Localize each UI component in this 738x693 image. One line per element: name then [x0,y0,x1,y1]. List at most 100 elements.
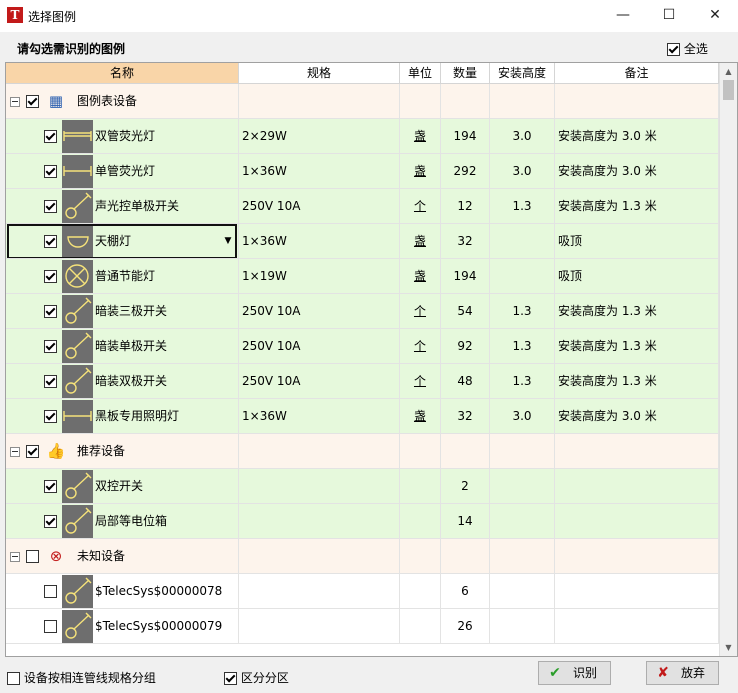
spec-cell[interactable]: 250V 10A [239,364,400,399]
group-row[interactable]: ▦ 图例表设备 [6,84,719,119]
unit-cell[interactable]: 盏 [400,154,441,189]
spec-cell[interactable]: 2×29W [239,119,400,154]
height-cell[interactable] [490,224,555,259]
spec-cell[interactable] [239,574,400,609]
note-cell[interactable] [555,574,719,609]
vertical-scrollbar[interactable]: ▲ ▼ [719,63,737,656]
collapse-toggle-icon[interactable] [10,552,20,562]
item-checkbox[interactable] [44,410,57,423]
item-name-cell[interactable]: $TelecSys$00000079 [6,609,239,644]
height-cell[interactable] [490,609,555,644]
note-cell[interactable] [555,609,719,644]
height-cell[interactable] [490,469,555,504]
dropdown-arrow-icon[interactable]: ▼ [222,233,234,249]
unit-cell[interactable] [400,469,441,504]
unit-cell[interactable]: 个 [400,189,441,224]
scroll-up-icon[interactable]: ▲ [720,63,737,80]
scroll-down-icon[interactable]: ▼ [720,639,737,656]
item-name-cell[interactable]: 双管荧光灯 [6,119,239,154]
zone-option[interactable]: 区分分区 [224,669,289,686]
item-name-cell[interactable]: 声光控单极开关 [6,189,239,224]
item-checkbox[interactable] [44,130,57,143]
spec-cell[interactable] [239,469,400,504]
item-checkbox[interactable] [44,270,57,283]
note-cell[interactable] [555,504,719,539]
note-cell[interactable]: 安装高度为 1.3 米 [555,364,719,399]
item-checkbox[interactable] [44,375,57,388]
table-row[interactable]: 暗装三极开关 250V 10A 个 54 1.3 安装高度为 1.3 米 [6,294,719,329]
item-name-cell[interactable]: 单管荧光灯 [6,154,239,189]
table-row[interactable]: 局部等电位箱 14 [6,504,719,539]
height-cell[interactable] [490,574,555,609]
maximize-button[interactable]: ☐ [646,0,692,32]
collapse-toggle-icon[interactable] [10,97,20,107]
spec-cell[interactable]: 1×36W [239,224,400,259]
item-checkbox[interactable] [44,305,57,318]
item-name-cell[interactable]: 暗装单极开关 [6,329,239,364]
unit-cell[interactable]: 盏 [400,224,441,259]
unit-cell[interactable]: 盏 [400,259,441,294]
table-row[interactable]: 双控开关 2 [6,469,719,504]
item-name-cell[interactable]: 天棚灯 ▼ [6,224,239,259]
discard-button[interactable]: ✘ 放弃 [646,661,719,685]
table-row[interactable]: $TelecSys$00000078 6 [6,574,719,609]
note-cell[interactable]: 安装高度为 1.3 米 [555,294,719,329]
scroll-thumb[interactable] [723,80,734,100]
note-cell[interactable]: 安装高度为 3.0 米 [555,399,719,434]
table-row[interactable]: $TelecSys$00000079 26 [6,609,719,644]
table-row[interactable]: 黑板专用照明灯 1×36W 盏 32 3.0 安装高度为 3.0 米 [6,399,719,434]
column-header-spec[interactable]: 规格 [239,63,400,84]
column-header-name[interactable]: 名称 [6,63,239,84]
item-checkbox[interactable] [44,480,57,493]
height-cell[interactable]: 1.3 [490,294,555,329]
note-cell[interactable]: 安装高度为 1.3 米 [555,189,719,224]
table-row[interactable]: 单管荧光灯 1×36W 盏 292 3.0 安装高度为 3.0 米 [6,154,719,189]
group-row[interactable]: ⊗ 未知设备 [6,539,719,574]
unit-cell[interactable]: 个 [400,329,441,364]
note-cell[interactable]: 吸顶 [555,224,719,259]
unit-cell[interactable] [400,609,441,644]
table-row[interactable]: 普通节能灯 1×19W 盏 194 吸顶 [6,259,719,294]
item-checkbox[interactable] [44,340,57,353]
table-row[interactable]: 暗装单极开关 250V 10A 个 92 1.3 安装高度为 1.3 米 [6,329,719,364]
group-name-cell[interactable]: ⊗ 未知设备 [6,539,239,574]
group-checkbox[interactable] [26,445,39,458]
height-cell[interactable]: 3.0 [490,154,555,189]
group-checkbox[interactable] [26,95,39,108]
item-name-cell[interactable]: $TelecSys$00000078 [6,574,239,609]
spec-cell[interactable]: 1×36W [239,399,400,434]
group-by-spec-checkbox[interactable] [7,672,20,685]
unit-cell[interactable]: 个 [400,364,441,399]
unit-cell[interactable]: 盏 [400,399,441,434]
zone-checkbox[interactable] [224,672,237,685]
unit-cell[interactable] [400,574,441,609]
note-cell[interactable]: 吸顶 [555,259,719,294]
unit-cell[interactable]: 个 [400,294,441,329]
item-checkbox[interactable] [44,620,57,633]
table-row[interactable]: 双管荧光灯 2×29W 盏 194 3.0 安装高度为 3.0 米 [6,119,719,154]
item-checkbox[interactable] [44,165,57,178]
spec-cell[interactable]: 1×36W [239,154,400,189]
close-button[interactable]: ✕ [692,0,738,32]
height-cell[interactable]: 3.0 [490,399,555,434]
spec-cell[interactable]: 250V 10A [239,329,400,364]
item-checkbox[interactable] [44,515,57,528]
note-cell[interactable]: 安装高度为 3.0 米 [555,119,719,154]
height-cell[interactable] [490,504,555,539]
item-name-cell[interactable]: 黑板专用照明灯 [6,399,239,434]
select-all-checkbox[interactable]: 全选 [667,40,708,57]
height-cell[interactable]: 3.0 [490,119,555,154]
table-row[interactable]: 天棚灯 ▼ 1×36W 盏 32 吸顶 [6,224,719,259]
note-cell[interactable]: 安装高度为 3.0 米 [555,154,719,189]
spec-cell[interactable] [239,504,400,539]
height-cell[interactable] [490,259,555,294]
item-checkbox[interactable] [44,585,57,598]
height-cell[interactable]: 1.3 [490,329,555,364]
item-name-cell[interactable]: 双控开关 [6,469,239,504]
group-row[interactable]: 👍 推荐设备 [6,434,719,469]
item-checkbox[interactable] [44,200,57,213]
item-name-cell[interactable]: 暗装三极开关 [6,294,239,329]
unit-cell[interactable]: 盏 [400,119,441,154]
spec-cell[interactable]: 250V 10A [239,189,400,224]
table-row[interactable]: 声光控单极开关 250V 10A 个 12 1.3 安装高度为 1.3 米 [6,189,719,224]
